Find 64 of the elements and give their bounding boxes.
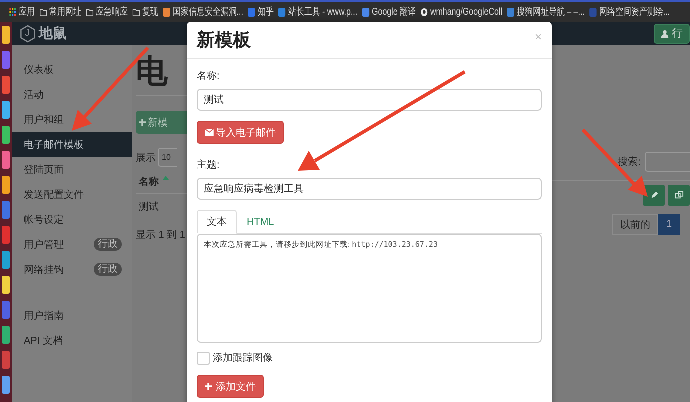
folder-icon (132, 8, 140, 16)
sidebar-item[interactable]: 仪表板 (12, 57, 132, 82)
search-field[interactable] (645, 152, 690, 172)
tracking-image-label: 添加跟踪图像 (213, 352, 273, 365)
bookmark[interactable]: 常用网址 (40, 5, 82, 19)
sidebar-item[interactable]: 登陆页面 (12, 157, 132, 182)
bookmark[interactable]: 知乎 (248, 5, 274, 19)
sidebar-item[interactable]: API 文档 (12, 328, 132, 353)
page-button[interactable]: 以前的 (612, 214, 658, 235)
logo-letter: J (25, 28, 30, 38)
copy-button[interactable] (668, 185, 690, 206)
bookmark[interactable]: 复现 (132, 5, 158, 19)
bookmark[interactable]: 站长工具 - www.p... (278, 5, 358, 19)
plus-icon (139, 119, 146, 126)
bookmark[interactable]: 网络空间资产测绘... (590, 5, 670, 19)
copy-icon (674, 191, 684, 200)
add-files-button[interactable]: 添加文件 (197, 375, 264, 398)
admin-badge: 行政 (94, 238, 122, 251)
arrow (582, 128, 648, 197)
page-size-select[interactable]: 10 (158, 148, 177, 167)
user-icon (661, 30, 669, 38)
bookmark[interactable]: 国家信息安全漏洞... (163, 5, 244, 19)
logo-icon (20, 24, 36, 42)
bookmark[interactable]: 搜狗网址导航 – –... (507, 5, 585, 19)
subject-input-field[interactable]: 应急响应病毒检测工具 (197, 178, 542, 200)
sidebar-item[interactable]: 帐号设定 (12, 207, 132, 232)
page-title: 电 (136, 53, 169, 89)
editor-tab[interactable]: 文本 (197, 210, 237, 234)
user-menu-button[interactable]: 行 (654, 24, 690, 44)
sort-caret-icon (163, 176, 169, 180)
pencil-icon (650, 191, 658, 200)
bookmark[interactable]: 应用 (10, 5, 36, 19)
checkbox[interactable] (197, 352, 210, 364)
name-label: 名称: (197, 70, 220, 83)
sidebar-item[interactable]: 活动 (12, 82, 132, 107)
brand-name: 地鼠 (39, 24, 67, 42)
bookmark[interactable]: wmhang/GoogleColl (420, 6, 502, 18)
editor-tab[interactable]: HTML (237, 210, 284, 234)
plus-icon (205, 383, 212, 390)
sidebar-item[interactable]: 网络挂钩 行政 (12, 257, 132, 282)
search-label: 搜索: (618, 156, 641, 169)
table-info: 显示 1 到 1 (136, 229, 186, 242)
show-label: 展示 (136, 152, 156, 164)
new-template-button[interactable]: 新模 (136, 111, 187, 134)
import-email-button[interactable]: 导入电子邮件 (197, 121, 284, 144)
bookmark[interactable]: Google 翻译 (362, 5, 416, 19)
sidebar-item[interactable]: 用户和组 (12, 107, 132, 132)
name-input-field[interactable]: 测试 (197, 89, 542, 111)
column-header[interactable]: 名称 (139, 175, 159, 189)
sidebar-item[interactable]: 电子邮件模板 (12, 132, 132, 157)
table-cell-text: 测试 (138, 200, 160, 215)
envelope-icon (205, 129, 214, 136)
admin-badge: 行政 (94, 263, 122, 276)
bookmark[interactable]: 应急响应 (86, 5, 128, 19)
sidebar-item[interactable]: 用户指南 (12, 303, 132, 328)
folder-icon (40, 8, 48, 16)
apps-grid-icon (10, 8, 17, 16)
folder-icon (86, 8, 94, 16)
edit-button[interactable] (643, 185, 665, 206)
sidebar-item[interactable]: 发送配置文件 (12, 182, 132, 207)
page-button[interactable]: 1 (658, 214, 680, 235)
sidebar-item[interactable]: 用户管理 行政 (12, 232, 132, 257)
subject-label: 主题: (197, 158, 220, 172)
modal-title: 新模板 (197, 29, 251, 52)
